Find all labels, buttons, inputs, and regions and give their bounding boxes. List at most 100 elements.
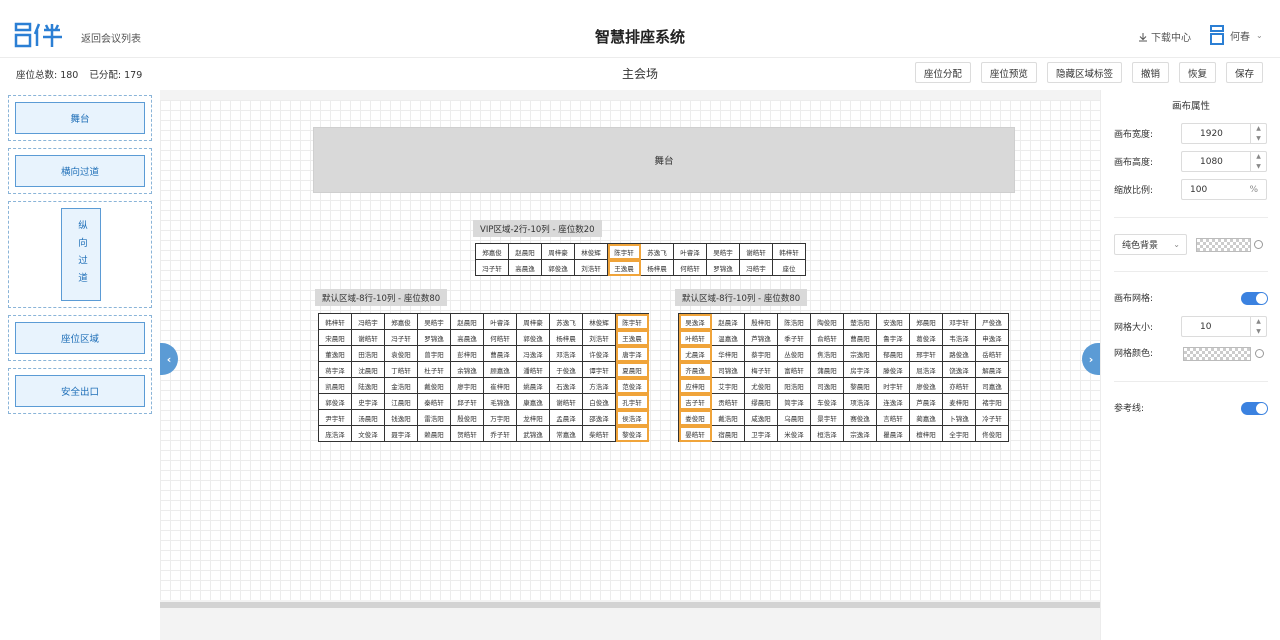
seat[interactable]: 时宇轩 (877, 378, 910, 394)
seat[interactable]: 罗锦逸 (418, 330, 451, 346)
seat[interactable]: 麦梓阳 (943, 394, 976, 410)
seat[interactable]: 季子轩 (778, 330, 811, 346)
seat[interactable]: 廖俊逸 (910, 378, 943, 394)
seat[interactable]: 方浩泽 (583, 378, 616, 394)
seat[interactable]: 尤晨泽 (679, 346, 712, 362)
seat[interactable]: 安逸阳 (877, 314, 910, 330)
seat[interactable]: 艾宇阳 (712, 378, 745, 394)
seat[interactable]: 褚宇阳 (976, 394, 1009, 410)
component-emergency-exit[interactable]: 安全出口 (8, 368, 152, 414)
seat[interactable]: 应梓阳 (679, 378, 712, 394)
seat[interactable]: 严俊逸 (976, 314, 1009, 330)
seat[interactable]: 项浩泽 (844, 394, 877, 410)
seat[interactable]: 康嘉逸 (517, 394, 550, 410)
seat[interactable]: 郭俊逸 (542, 260, 575, 276)
seat[interactable]: 杨梓晨 (641, 260, 674, 276)
canvas-height-input[interactable]: 1080 ▲ ▼ (1181, 151, 1267, 172)
color-picker-icon[interactable] (1255, 349, 1264, 358)
seat[interactable]: 秦皓轩 (418, 394, 451, 410)
background-type-select[interactable]: 纯色背景 ⌄ (1114, 234, 1187, 255)
seat[interactable]: 于俊逸 (550, 362, 583, 378)
seat[interactable]: 苏逸飞 (550, 314, 583, 330)
seat[interactable]: 陈浩阳 (778, 314, 811, 330)
seat[interactable]: 侯浩泽 (616, 410, 649, 426)
seat[interactable]: 彭梓阳 (451, 346, 484, 362)
seat[interactable]: 鲁宇泽 (877, 330, 910, 346)
vip-seat-zone[interactable]: 郑嘉俊 赵晨阳 周梓豪 林俊辉 陈宇轩 苏逸飞 叶睿泽 吴皓宇 谢皓轩 韩梓轩 冯子轩 高晨逸 郭俊逸刘… (475, 243, 806, 276)
seat[interactable]: 冯子轩 (476, 260, 509, 276)
seat[interactable]: 赛俊逸 (844, 410, 877, 426)
grid-color-swatch[interactable] (1183, 347, 1251, 361)
seat[interactable]: 蔺嘉逸 (910, 410, 943, 426)
seat[interactable]: 陈宇轩 (608, 244, 641, 260)
canvas-width-stepper[interactable]: ▲ ▼ (1250, 124, 1266, 143)
seat[interactable]: 高晨逸 (451, 330, 484, 346)
seat[interactable]: 周梓豪 (542, 244, 575, 260)
seat[interactable]: 丛俊阳 (778, 346, 811, 362)
seat[interactable]: 葛俊泽 (910, 330, 943, 346)
seat[interactable]: 谢皓轩 (740, 244, 773, 260)
seat[interactable]: 潘皓轩 (517, 362, 550, 378)
seat[interactable]: 黎晨阳 (844, 378, 877, 394)
seat[interactable]: 王逸晨 (608, 260, 641, 276)
seat[interactable]: 富皓轩 (778, 362, 811, 378)
seat[interactable]: 蒋宇泽 (319, 362, 352, 378)
seat[interactable]: 路俊逸 (943, 346, 976, 362)
seat[interactable]: 卜锦逸 (943, 410, 976, 426)
seat[interactable]: 夏晨阳 (616, 362, 649, 378)
seat[interactable]: 车俊泽 (811, 394, 844, 410)
seat[interactable]: 孟晨泽 (550, 410, 583, 426)
seat[interactable]: 陶俊阳 (811, 314, 844, 330)
seat[interactable]: 宗逸泽 (844, 426, 877, 442)
seat[interactable]: 冯逸泽 (517, 346, 550, 362)
download-center-button[interactable]: 下载中心 (1138, 29, 1191, 44)
seat[interactable]: 郑嘉俊 (385, 314, 418, 330)
seat[interactable]: 武锦逸 (517, 426, 550, 442)
seat[interactable]: 黎俊泽 (616, 426, 649, 442)
seat[interactable]: 全宇阳 (943, 426, 976, 442)
seat[interactable]: 陈宇轩 (616, 314, 649, 330)
seat[interactable]: 尤俊阳 (745, 378, 778, 394)
seat[interactable]: 邵逸泽 (583, 410, 616, 426)
seat[interactable]: 申逸泽 (976, 330, 1009, 346)
seat[interactable]: 白俊逸 (583, 394, 616, 410)
seat[interactable]: 焦浩阳 (811, 346, 844, 362)
seat[interactable]: 曹晨阳 (844, 330, 877, 346)
grid-size-stepper[interactable]: ▲ ▼ (1250, 317, 1266, 336)
seat[interactable]: 芦晨泽 (910, 394, 943, 410)
seat[interactable]: 房宇泽 (844, 362, 877, 378)
canvas-height-stepper[interactable]: ▲ ▼ (1250, 152, 1266, 171)
seat[interactable]: 阳浩阳 (778, 378, 811, 394)
horizontal-scrollbar[interactable] (160, 602, 1100, 608)
seat[interactable]: 吉子轩 (679, 394, 712, 410)
left-seat-zone[interactable]: 韩梓轩 冯皓宇 郑嘉俊 吴皓宇 赵晨阳 叶睿泽 周梓豪 苏逸飞 林俊辉 陈宇轩 宋晨阳 谢皓轩 冯子轩罗… (318, 313, 649, 442)
seat[interactable]: 蔡宇阳 (745, 346, 778, 362)
seat[interactable]: 贡皓轩 (712, 394, 745, 410)
seat[interactable]: 庞浩泽 (319, 426, 352, 442)
component-seat-zone[interactable]: 座位区域 (8, 315, 152, 361)
seat[interactable]: 曾宇阳 (418, 346, 451, 362)
seat[interactable]: 万宇阳 (484, 410, 517, 426)
grid-size-input[interactable]: 10 ▲ ▼ (1181, 316, 1267, 337)
seat[interactable]: 刘浩轩 (575, 260, 608, 276)
seat[interactable]: 韩梓轩 (319, 314, 352, 330)
seat[interactable]: 田浩阳 (352, 346, 385, 362)
background-color-swatch[interactable] (1196, 238, 1251, 252)
seat[interactable]: 何皓轩 (674, 260, 707, 276)
seat[interactable]: 缪晨阳 (745, 394, 778, 410)
seat[interactable]: 饶逸泽 (943, 362, 976, 378)
seat[interactable]: 郁晨阳 (877, 346, 910, 362)
seat[interactable]: 郭俊逸 (517, 330, 550, 346)
seat[interactable]: 谭宇轩 (583, 362, 616, 378)
seat[interactable]: 姚晨泽 (517, 378, 550, 394)
seat[interactable]: 余锦逸 (451, 362, 484, 378)
seat[interactable]: 郭俊泽 (319, 394, 352, 410)
right-seat-zone[interactable]: 吴逸泽 赵晨泽 殷梓阳 陈浩阳 陶俊阳 楚浩阳 安逸阳 郑晨阳 邓宇轩 严俊逸 叶皓轩 温嘉逸 芦锦逸季… (678, 313, 1009, 442)
seat[interactable]: 滕俊泽 (877, 362, 910, 378)
seat[interactable]: 岳皓轩 (976, 346, 1009, 362)
seat[interactable]: 聂宇泽 (385, 426, 418, 442)
seat[interactable]: 杜子轩 (418, 362, 451, 378)
seat[interactable]: 王逸晨 (616, 330, 649, 346)
seat[interactable]: 梅子轩 (745, 362, 778, 378)
seat[interactable]: 曹晨泽 (484, 346, 517, 362)
